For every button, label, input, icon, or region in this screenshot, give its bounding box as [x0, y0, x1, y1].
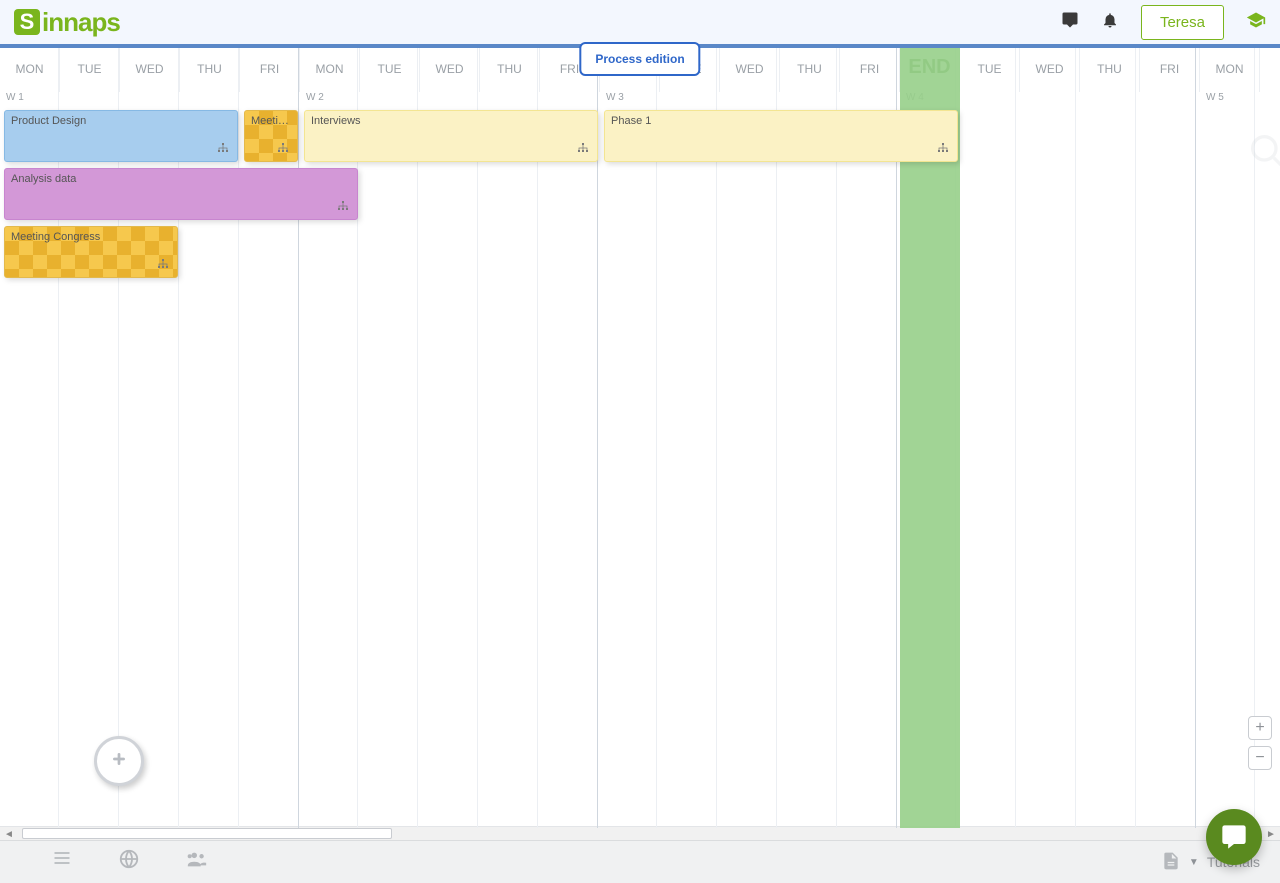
- graduation-cap-icon[interactable]: [1246, 10, 1266, 35]
- scroll-left-arrow-icon[interactable]: ◄: [2, 827, 16, 841]
- task-bar[interactable]: Analysis data: [4, 168, 358, 220]
- grid-column: [837, 48, 897, 828]
- grid-column: [298, 48, 358, 828]
- task-bar[interactable]: Phase 1: [604, 110, 958, 162]
- zoom-in-button[interactable]: +: [1248, 716, 1272, 740]
- grid-column: [597, 48, 657, 828]
- grid-column: [119, 48, 179, 828]
- search-icon[interactable]: [1246, 130, 1280, 175]
- logo-badge-icon: S: [14, 9, 40, 35]
- grid-column: [956, 48, 1016, 828]
- sitemap-icon[interactable]: [217, 142, 229, 157]
- task-label: Phase 1: [611, 115, 651, 127]
- brand-logo[interactable]: S innaps: [14, 7, 120, 38]
- globe-icon[interactable]: [118, 848, 140, 876]
- grid-column: [538, 48, 598, 828]
- grid-column: [179, 48, 239, 828]
- scroll-right-arrow-icon[interactable]: ►: [1264, 827, 1278, 841]
- process-mode-pill[interactable]: Process edition: [579, 42, 700, 76]
- task-label: Interviews: [311, 115, 361, 127]
- logo-text: innaps: [42, 7, 120, 38]
- task-bar[interactable]: Interviews: [304, 110, 598, 162]
- grid-column: [59, 48, 119, 828]
- task-label: Product Design: [11, 115, 86, 127]
- grid-column: [777, 48, 837, 828]
- document-icon[interactable]: [1161, 849, 1181, 876]
- user-menu-button[interactable]: Teresa: [1141, 5, 1224, 40]
- chevron-down-icon[interactable]: ▼: [1189, 857, 1199, 868]
- zoom-controls: + −: [1248, 716, 1272, 770]
- grid-column: [0, 48, 59, 828]
- grid-column: [657, 48, 717, 828]
- task-label: Analysis data: [11, 173, 76, 185]
- grid-column: [717, 48, 777, 828]
- task-bar[interactable]: Meeti…: [244, 110, 298, 162]
- footer-left-icons: [50, 848, 210, 876]
- sitemap-icon[interactable]: [577, 142, 589, 157]
- sitemap-icon[interactable]: [157, 258, 169, 273]
- task-bar[interactable]: Meeting Congress: [4, 226, 178, 278]
- app-footer: ▼ Tutorials: [0, 840, 1280, 883]
- grid-column: [418, 48, 478, 828]
- task-label: Meeting Congress: [11, 231, 100, 243]
- horizontal-scrollbar[interactable]: ◄ ►: [0, 826, 1280, 840]
- users-icon[interactable]: [184, 848, 210, 876]
- grid-column: [1136, 48, 1196, 828]
- app-header: S innaps Teresa: [0, 0, 1280, 44]
- timeline-area: MONTUEWEDTHUFRIMONTUEWEDTHUFRIMONTUEWEDT…: [0, 48, 1280, 840]
- list-icon[interactable]: [50, 848, 74, 876]
- sitemap-icon[interactable]: [937, 142, 949, 157]
- grid-column: [239, 48, 299, 828]
- grid-column: [478, 48, 538, 828]
- plus-icon: [108, 746, 130, 777]
- grid-column: [358, 48, 418, 828]
- sitemap-icon[interactable]: [337, 200, 349, 215]
- end-marker-column: [900, 48, 960, 828]
- header-actions: Teresa: [1061, 5, 1266, 40]
- add-task-button[interactable]: [94, 736, 144, 786]
- task-bar[interactable]: Product Design: [4, 110, 238, 162]
- grid-column: [1016, 48, 1076, 828]
- grid-column: [1076, 48, 1136, 828]
- bell-icon[interactable]: [1101, 11, 1119, 34]
- sitemap-icon[interactable]: [277, 142, 289, 157]
- zoom-out-button[interactable]: −: [1248, 746, 1272, 770]
- task-label: Meeti…: [251, 115, 289, 127]
- timeline-grid: [0, 48, 1280, 828]
- chat-icon[interactable]: [1061, 11, 1079, 34]
- scrollbar-thumb[interactable]: [22, 828, 392, 839]
- intercom-chat-button[interactable]: [1206, 809, 1262, 865]
